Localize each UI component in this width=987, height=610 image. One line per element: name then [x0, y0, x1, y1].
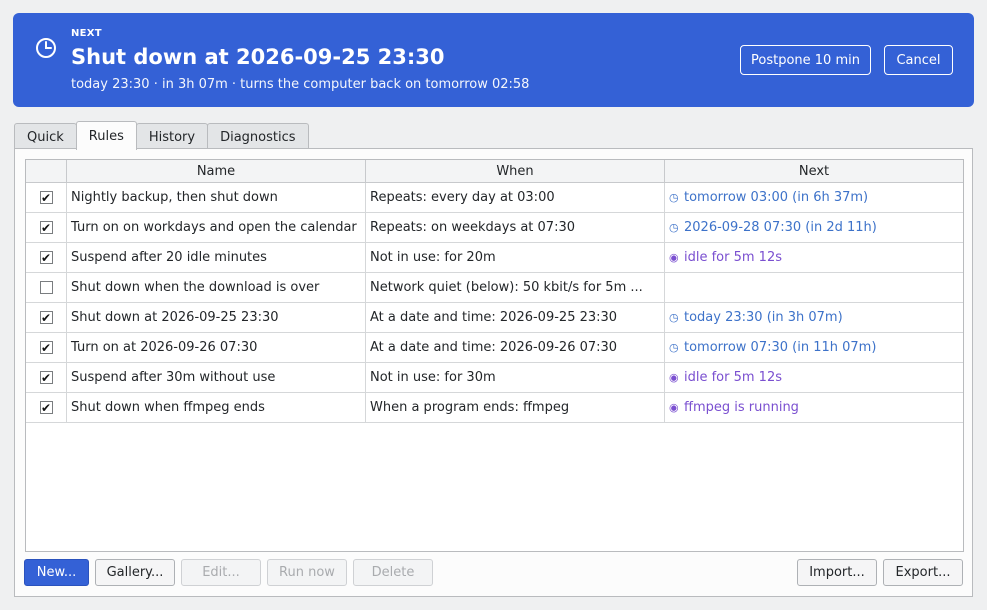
enabled-checkbox[interactable]: ✔	[39, 341, 53, 354]
rule-next-cell: ◷ tomorrow 03:00 (in 6h 37m)	[665, 183, 963, 212]
rule-next-cell: ◉ idle for 5m 12s	[665, 243, 963, 272]
gallery-button[interactable]: Gallery...	[95, 559, 175, 586]
table-row[interactable]: ✔ Suspend after 20 idle minutes Not in use…	[26, 243, 963, 273]
table-body: ✔ Nightly backup, then shut down Repeats: …	[26, 183, 963, 423]
rule-name-cell: Suspend after 20 idle minutes	[67, 243, 366, 272]
table-row[interactable]: ✔ Suspend after 30m without use Not in use…	[26, 363, 963, 393]
activity-icon: ◉	[669, 371, 679, 384]
table-row[interactable]: Shut down when the download is over Netwo…	[26, 273, 963, 303]
table-row[interactable]: ✔ Turn on on workdays and open the calend…	[26, 213, 963, 243]
rule-when-cell: At a date and time: 2026-09-25 23:30	[366, 303, 665, 332]
next-run-text: ffmpeg is running	[684, 400, 799, 415]
rule-next-cell: ◉ ffmpeg is running	[665, 393, 963, 422]
import-button[interactable]: Import...	[797, 559, 877, 586]
table-row[interactable]: ✔ Shut down when ffmpeg ends When a progra…	[26, 393, 963, 423]
delete-button[interactable]: Delete	[353, 559, 433, 586]
enabled-checkbox[interactable]: ✔	[39, 371, 53, 384]
enabled-checkbox[interactable]: ✔	[39, 221, 53, 234]
rule-when-cell: At a date and time: 2026-09-26 07:30	[366, 333, 665, 362]
tab-quick[interactable]: Quick	[14, 123, 77, 150]
rule-next-cell: ◷ 2026-09-28 07:30 (in 2d 11h)	[665, 213, 963, 242]
rule-name-cell: Nightly backup, then shut down	[67, 183, 366, 212]
banner-eyebrow: NEXT	[71, 28, 102, 39]
rule-name-cell: Turn on on workdays and open the calenda…	[67, 213, 366, 242]
rule-when-cell: When a program ends: ffmpeg	[366, 393, 665, 422]
activity-icon: ◉	[669, 401, 679, 414]
rule-name-cell: Shut down when ffmpeg ends	[67, 393, 366, 422]
clock-icon: ◷	[669, 221, 679, 234]
enabled-checkbox[interactable]: ✔	[39, 311, 53, 324]
cancel-button[interactable]: Cancel	[884, 45, 953, 75]
next-action-banner: NEXT Shut down at 2026-09-25 23:30 today…	[13, 13, 974, 107]
rule-name-cell: Suspend after 30m without use	[67, 363, 366, 392]
next-run-text: today 23:30 (in 3h 07m)	[684, 310, 843, 325]
table-row[interactable]: ✔ Shut down at 2026-09-25 23:30 At a date …	[26, 303, 963, 333]
clock-icon: ◷	[669, 311, 679, 324]
rule-next-cell: ◉ idle for 5m 12s	[665, 363, 963, 392]
banner-title: Shut down at 2026-09-25 23:30	[71, 45, 445, 69]
clock-icon	[36, 38, 56, 58]
rule-next-cell: ◷ tomorrow 07:30 (in 11h 07m)	[665, 333, 963, 362]
activity-icon: ◉	[669, 251, 679, 264]
row-enabled-cell: ✔	[26, 333, 67, 362]
row-enabled-cell: ✔	[26, 303, 67, 332]
column-header-when[interactable]: When	[366, 160, 665, 182]
tab-bar: Quick Rules History Diagnostics	[14, 121, 309, 150]
rule-when-cell: Not in use: for 20m	[366, 243, 665, 272]
rule-next-cell: ◷ today 23:30 (in 3h 07m)	[665, 303, 963, 332]
row-enabled-cell	[26, 273, 67, 302]
row-enabled-cell: ✔	[26, 363, 67, 392]
enabled-checkbox[interactable]: ✔	[39, 191, 53, 204]
rules-panel: Name When Next ✔ Nightly backup, then shu…	[14, 148, 973, 597]
rule-when-cell: Repeats: on weekdays at 07:30	[366, 213, 665, 242]
rules-table: Name When Next ✔ Nightly backup, then shu…	[25, 159, 964, 552]
enabled-checkbox[interactable]	[39, 281, 53, 294]
rule-when-cell: Not in use: for 30m	[366, 363, 665, 392]
column-header-name[interactable]: Name	[67, 160, 366, 182]
rule-name-cell: Shut down at 2026-09-25 23:30	[67, 303, 366, 332]
run-now-button[interactable]: Run now	[267, 559, 347, 586]
banner-subtitle: today 23:30 · in 3h 07m · turns the comp…	[71, 77, 530, 92]
next-run-text: tomorrow 03:00 (in 6h 37m)	[684, 190, 869, 205]
next-run-text: idle for 5m 12s	[684, 250, 782, 265]
tab-rules[interactable]: Rules	[75, 121, 137, 150]
edit-button[interactable]: Edit...	[181, 559, 261, 586]
rule-name-cell: Turn on at 2026-09-26 07:30	[67, 333, 366, 362]
new-button[interactable]: New...	[24, 559, 89, 586]
postpone-button[interactable]: Postpone 10 min	[740, 45, 871, 75]
column-header-next[interactable]: Next	[665, 160, 963, 182]
next-run-text: tomorrow 07:30 (in 11h 07m)	[684, 340, 877, 355]
clock-icon: ◷	[669, 341, 679, 354]
clock-icon: ◷	[669, 191, 679, 204]
table-row[interactable]: ✔ Nightly backup, then shut down Repeats: …	[26, 183, 963, 213]
next-run-text: idle for 5m 12s	[684, 370, 782, 385]
row-enabled-cell: ✔	[26, 243, 67, 272]
row-enabled-cell: ✔	[26, 183, 67, 212]
row-enabled-cell: ✔	[26, 213, 67, 242]
table-row[interactable]: ✔ Turn on at 2026-09-26 07:30 At a date an…	[26, 333, 963, 363]
enabled-checkbox[interactable]: ✔	[39, 401, 53, 414]
rule-next-cell	[665, 273, 963, 302]
row-enabled-cell: ✔	[26, 393, 67, 422]
tab-diagnostics[interactable]: Diagnostics	[207, 123, 309, 150]
enabled-checkbox[interactable]: ✔	[39, 251, 53, 264]
rule-name-cell: Shut down when the download is over	[67, 273, 366, 302]
rule-when-cell: Repeats: every day at 03:00	[366, 183, 665, 212]
table-header: Name When Next	[26, 160, 963, 183]
tab-history[interactable]: History	[135, 123, 209, 150]
column-header-enabled[interactable]	[26, 160, 67, 182]
next-run-text: 2026-09-28 07:30 (in 2d 11h)	[684, 220, 877, 235]
rule-when-cell: Network quiet (below): 50 kbit/s for 5m …	[366, 273, 665, 302]
export-button[interactable]: Export...	[883, 559, 963, 586]
